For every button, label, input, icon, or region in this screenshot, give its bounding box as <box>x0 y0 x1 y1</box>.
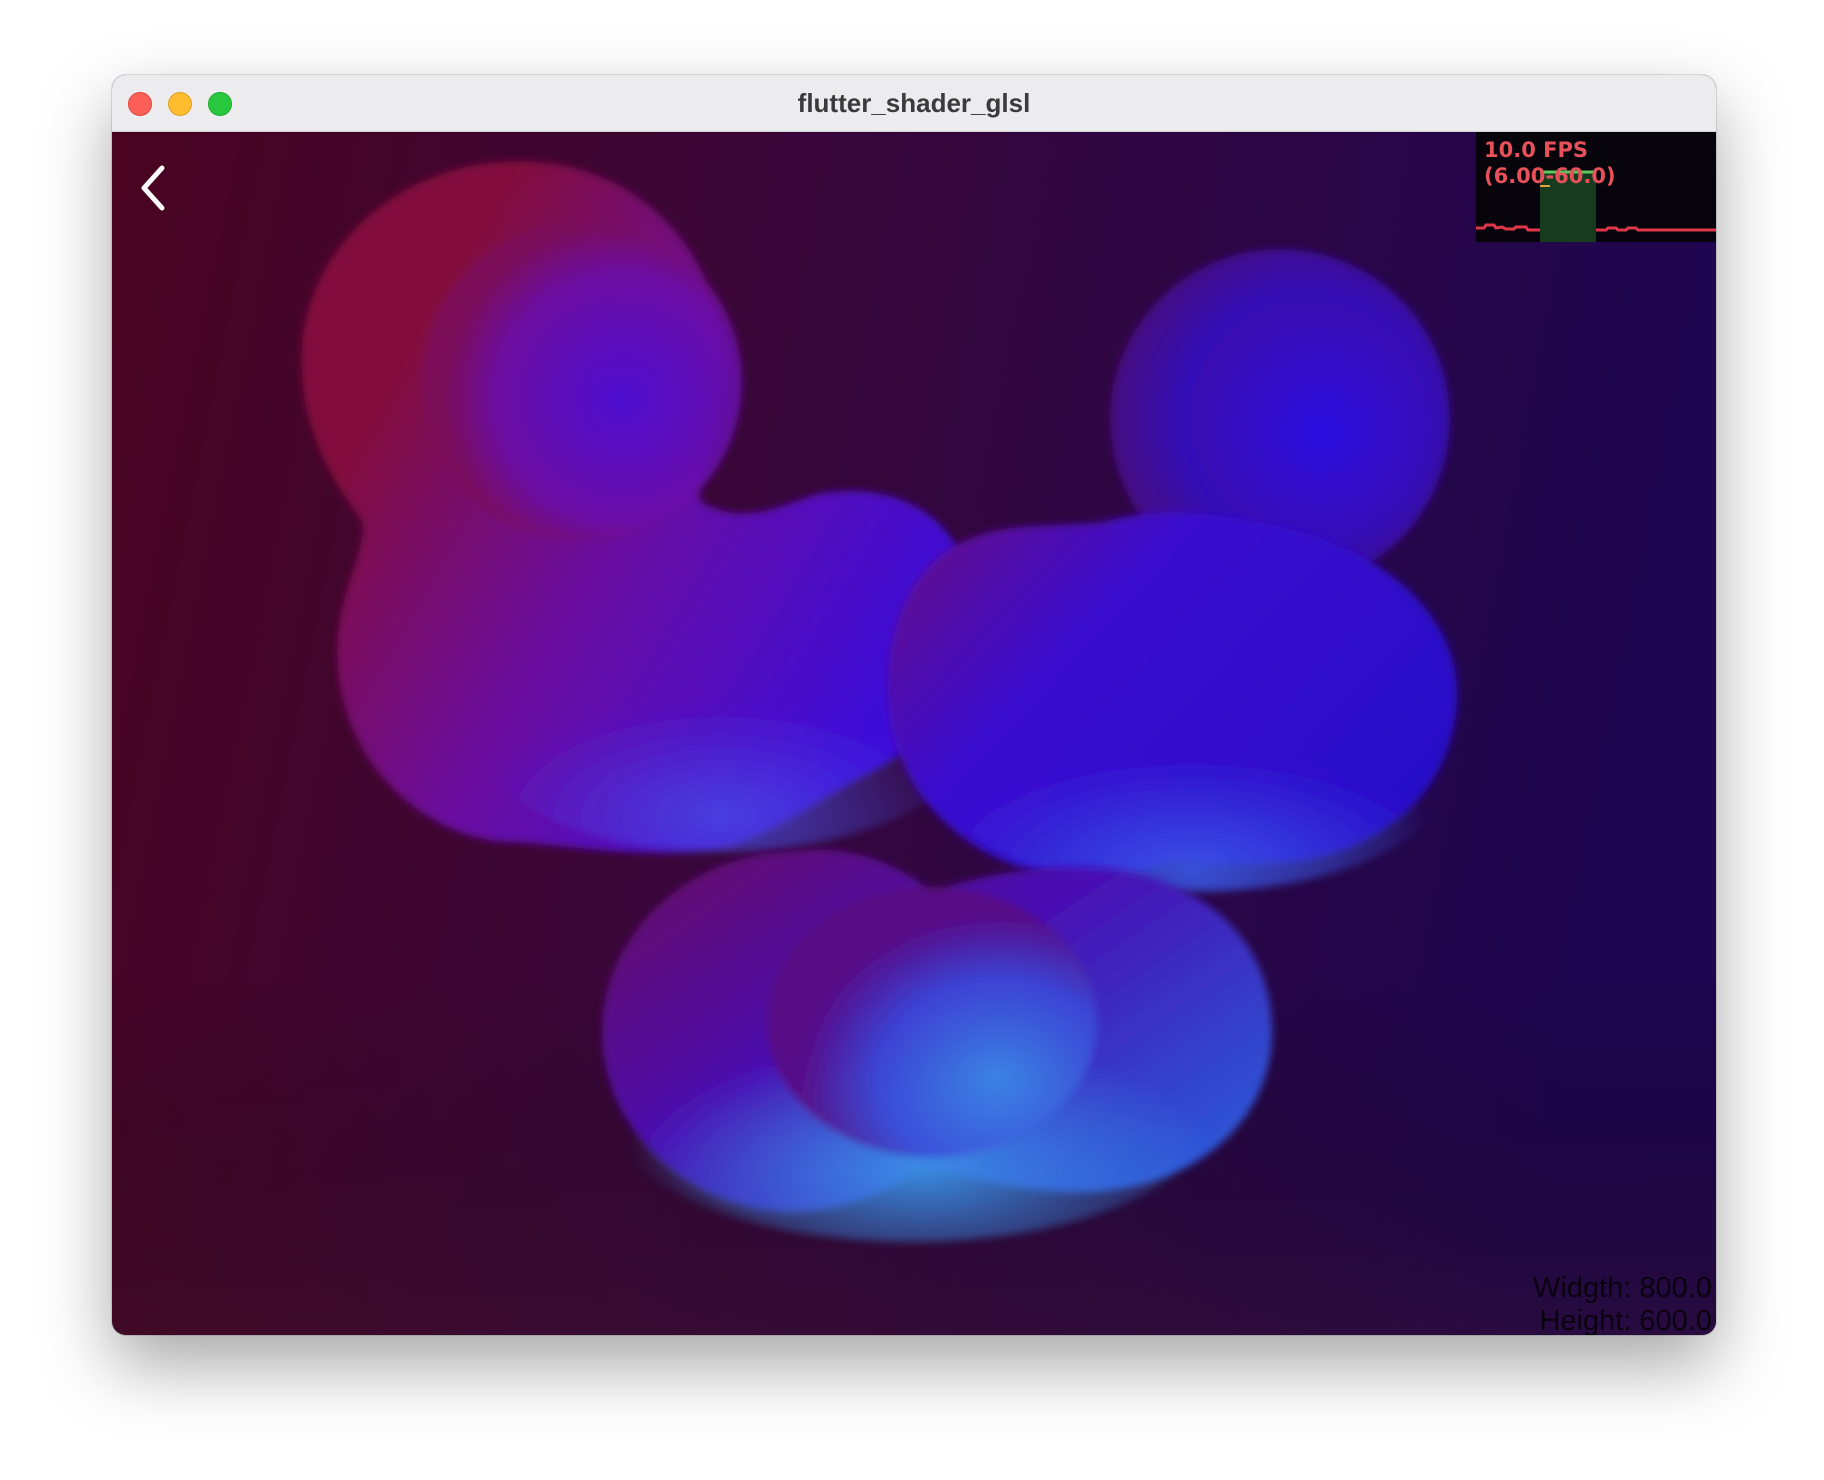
back-button[interactable] <box>134 162 178 214</box>
app-window: flutter_shader_glsl 10.0 FPS (6.00-60.0)… <box>112 75 1716 1335</box>
metaball-middle-right <box>887 512 1458 892</box>
fps-range: (6.00-60.0) <box>1484 164 1616 188</box>
fps-value: 10.0 FPS <box>1484 138 1588 162</box>
window-title: flutter_shader_glsl <box>797 88 1031 118</box>
shader-canvas: 10.0 FPS (6.00-60.0) Widgth: 800.0 Heigh… <box>112 132 1716 1335</box>
width-label: Widgth: 800.0 <box>1533 1272 1712 1304</box>
metaball-shader-render <box>112 132 1716 1335</box>
title-bar: flutter_shader_glsl <box>112 75 1716 132</box>
chevron-left-icon <box>141 165 165 211</box>
performance-overlay: 10.0 FPS (6.00-60.0) <box>1476 132 1716 242</box>
height-label: Height: 600.0 <box>1539 1305 1712 1335</box>
